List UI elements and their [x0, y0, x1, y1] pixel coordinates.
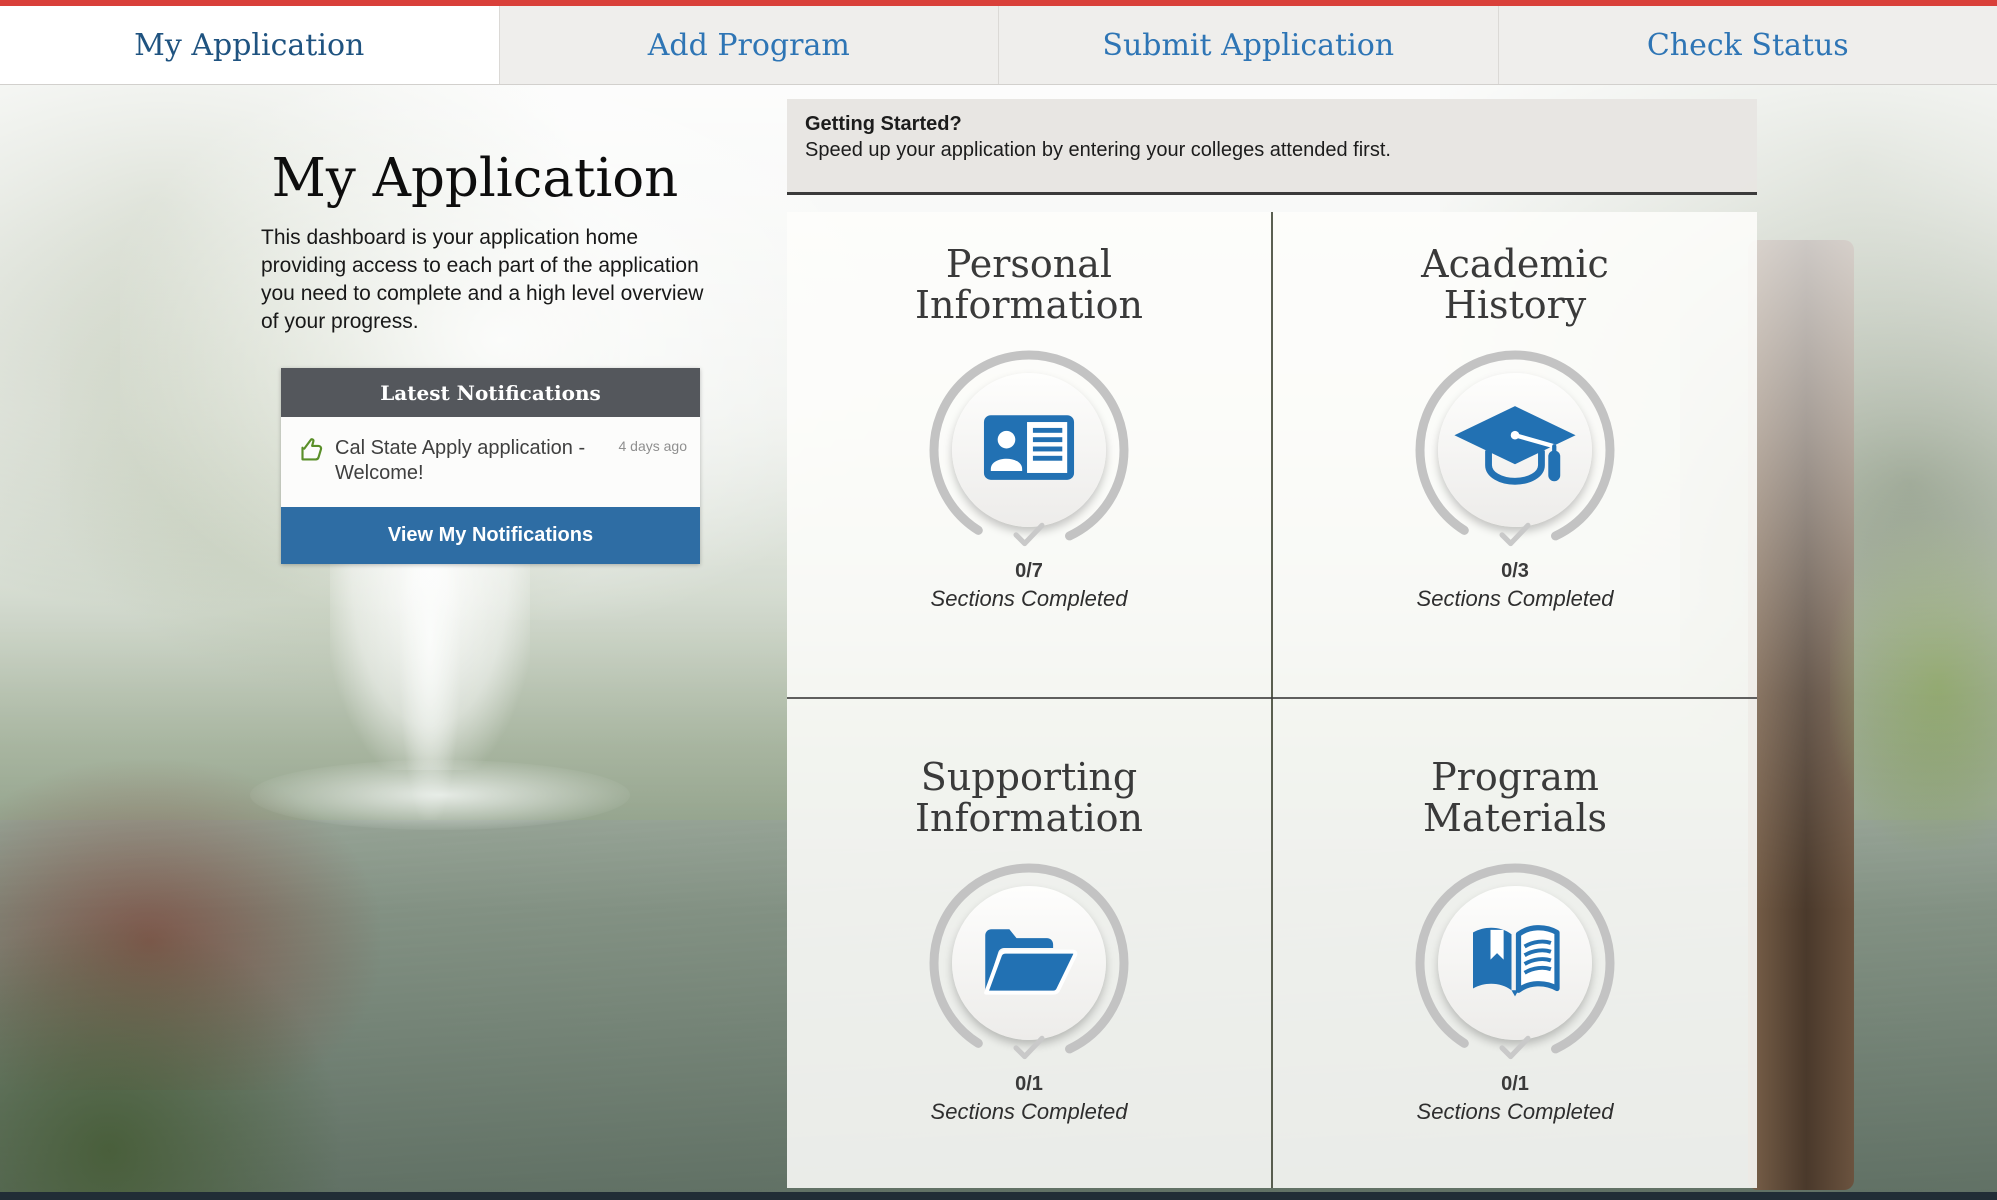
sections-completed-label: Sections Completed — [787, 1099, 1271, 1125]
notification-timestamp: 4 days ago — [619, 438, 688, 454]
quadrant-title: Supporting Information — [787, 757, 1271, 839]
sections-completed-label: Sections Completed — [1273, 586, 1757, 612]
main-tab-bar: My Application Add Program Submit Applic… — [0, 6, 1997, 85]
notification-text: Cal State Apply application - Welcome! — [335, 436, 607, 486]
checkmark-icon — [1010, 521, 1048, 552]
bottom-accent-bar — [0, 1192, 1997, 1200]
page-title: My Application — [240, 148, 710, 209]
graduation-cap-icon — [1451, 401, 1579, 500]
quadrant-academic-history[interactable]: Academic History — [1273, 212, 1757, 729]
dashboard-intro-text: This dashboard is your application home … — [261, 224, 706, 336]
sections-completed-label: Sections Completed — [787, 586, 1271, 612]
tab-submit-application[interactable]: Submit Application — [999, 6, 1499, 84]
view-my-notifications-button[interactable]: View My Notifications — [281, 507, 700, 564]
quadrant-personal-information[interactable]: Personal Information — [787, 212, 1271, 729]
progress-ring-center — [1438, 886, 1592, 1040]
getting-started-title: Getting Started? — [805, 113, 1739, 136]
cal-state-apply-dashboard: My Application Add Program Submit Applic… — [0, 0, 1997, 1200]
tab-add-program[interactable]: Add Program — [500, 6, 1000, 84]
tab-my-application[interactable]: My Application — [0, 6, 500, 84]
quadrant-program-materials[interactable]: Program Materials — [1273, 699, 1757, 1200]
id-card-icon — [982, 413, 1076, 487]
notification-item[interactable]: Cal State Apply application - Welcome! 4… — [281, 417, 700, 507]
tab-check-status[interactable]: Check Status — [1499, 6, 1997, 84]
latest-notifications-panel: Latest Notifications Cal State Apply app… — [281, 368, 700, 564]
progress-ring-center — [952, 373, 1106, 527]
open-book-icon — [1466, 922, 1564, 1004]
checkmark-icon — [1496, 1034, 1534, 1065]
sections-completed-label: Sections Completed — [1273, 1099, 1757, 1125]
application-sections-board: Personal Information — [787, 212, 1757, 1188]
checkmark-icon — [1496, 521, 1534, 552]
sections-count: 0/3 — [1273, 560, 1757, 583]
progress-ring — [929, 350, 1129, 550]
progress-ring-center — [952, 886, 1106, 1040]
open-folder-icon — [979, 922, 1079, 1004]
getting-started-body: Speed up your application by entering yo… — [805, 139, 1405, 162]
sections-count: 0/7 — [787, 560, 1271, 583]
quadrant-title: Personal Information — [787, 244, 1271, 326]
getting-started-panel: Getting Started? Speed up your applicati… — [787, 99, 1757, 195]
quadrant-supporting-information[interactable]: Supporting Information — [787, 699, 1271, 1200]
progress-ring-center — [1438, 373, 1592, 527]
notifications-header: Latest Notifications — [281, 368, 700, 417]
progress-ring — [1415, 350, 1615, 550]
thumbs-up-icon — [298, 436, 325, 486]
progress-ring — [1415, 863, 1615, 1063]
sections-count: 0/1 — [1273, 1073, 1757, 1096]
checkmark-icon — [1010, 1034, 1048, 1065]
progress-ring — [929, 863, 1129, 1063]
quadrant-title: Program Materials — [1273, 757, 1757, 839]
quadrant-title: Academic History — [1273, 244, 1757, 326]
sections-count: 0/1 — [787, 1073, 1271, 1096]
